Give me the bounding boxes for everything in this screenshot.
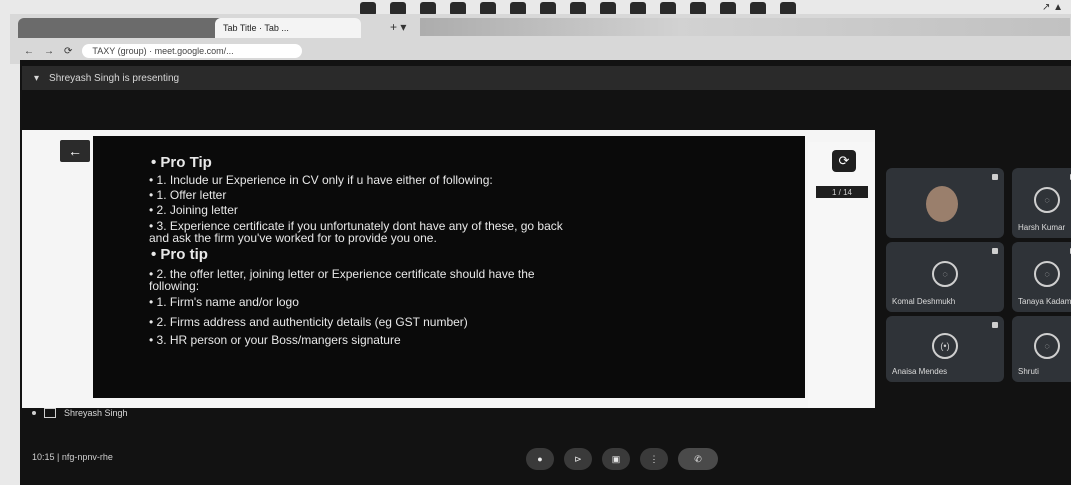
screen-share-icon xyxy=(44,408,56,418)
address-row: ← → ⟳ TAXY (group) · meet.google.com/... xyxy=(10,40,1071,62)
slide-line: • Pro tip xyxy=(151,246,208,263)
pin-icon[interactable] xyxy=(992,174,998,180)
browser-tab-active[interactable] xyxy=(18,18,224,38)
call-controls: ● ⊳ ▣ ⋮ ✆ xyxy=(526,448,718,470)
present-button[interactable]: ▣ xyxy=(602,448,630,470)
slide-line: • 1. Offer letter xyxy=(149,188,227,202)
meeting-info: 10:15 | nfg-npnv-rhe xyxy=(32,452,113,462)
presenter-name: Shreyash Singh xyxy=(64,408,128,418)
slide-line: • 1. Include ur Experience in CV only if… xyxy=(149,173,493,187)
pin-icon[interactable] xyxy=(992,248,998,254)
participant-tile[interactable]: ◌ Tanaya Kadam xyxy=(1012,242,1071,312)
participant-tile[interactable]: (•) Anaisa Mendes xyxy=(886,316,1004,382)
participant-avatar-icon: ◌ xyxy=(1034,187,1060,214)
participant-name: Shruti xyxy=(1018,367,1039,376)
mic-level-icon: (•) xyxy=(932,333,958,360)
back-arrow-icon[interactable]: ← xyxy=(60,140,90,162)
new-tab-icon[interactable]: + ▾ xyxy=(390,20,406,34)
participant-tile[interactable]: ◌ Harsh Kumar xyxy=(1012,168,1071,238)
participant-avatar-icon: ◌ xyxy=(1034,261,1060,288)
pin-icon[interactable] xyxy=(992,322,998,328)
presenter-label: Shreyash Singh xyxy=(32,408,128,418)
reload-icon[interactable]: ⟳ xyxy=(64,46,72,57)
participant-name: Komal Deshmukh xyxy=(892,297,956,306)
page-counter: 1 / 14 xyxy=(816,186,868,198)
system-tray: ↗ ▲ xyxy=(1041,2,1063,13)
end-call-button[interactable]: ✆ xyxy=(678,448,718,470)
forward-nav-icon[interactable]: → xyxy=(44,46,54,57)
slide-line: • Pro Tip xyxy=(151,154,212,171)
participant-tile[interactable]: ◌ Komal Deshmukh xyxy=(886,242,1004,312)
participant-avatar-icon: ◌ xyxy=(1034,333,1060,360)
mic-button[interactable]: ● xyxy=(526,448,554,470)
slide-line: • 2. Joining letter xyxy=(149,203,238,217)
participant-name: Anaisa Mendes xyxy=(892,367,948,376)
slide-side-pane xyxy=(808,142,874,408)
sync-icon[interactable]: ⟳ xyxy=(832,150,856,172)
presenting-dot-icon xyxy=(32,411,36,415)
participant-name: Tanaya Kadam xyxy=(1018,297,1071,306)
tab-strip-overflow xyxy=(420,18,1070,36)
slide-line: following: xyxy=(149,279,200,293)
url-bar[interactable]: TAXY (group) · meet.google.com/... xyxy=(82,44,303,58)
browser-chrome: Tab Title · Tab ... + ▾ ← → ⟳ TAXY (grou… xyxy=(10,14,1071,64)
slide-line: • 3. HR person or your Boss/mangers sign… xyxy=(149,333,401,347)
more-options-button[interactable]: ⋮ xyxy=(640,448,668,470)
slide-line: • 1. Firm's name and/or logo xyxy=(149,295,299,309)
participant-video-feed xyxy=(926,186,958,222)
collapse-chevron-icon[interactable]: ▾ xyxy=(34,73,39,84)
presentation-slide: • Pro Tip • 1. Include ur Experience in C… xyxy=(93,136,805,398)
browser-tab[interactable]: Tab Title · Tab ... xyxy=(215,18,361,38)
participant-tile-video[interactable] xyxy=(886,168,1004,238)
slide-line: • 2. Firms address and authenticity deta… xyxy=(149,315,468,329)
camera-button[interactable]: ⊳ xyxy=(564,448,592,470)
participant-name: Harsh Kumar xyxy=(1018,223,1066,232)
participant-tile[interactable]: ◌ Shruti xyxy=(1012,316,1071,382)
slide-line: and ask the firm you've worked for to pr… xyxy=(149,231,437,245)
back-nav-icon[interactable]: ← xyxy=(24,46,34,57)
slide-line: • 2. the offer letter, joining letter or… xyxy=(149,267,535,281)
participant-avatar-icon: ◌ xyxy=(932,261,958,288)
presenting-banner: ▾ Shreyash Singh is presenting xyxy=(22,66,1071,90)
presenting-text: Shreyash Singh is presenting xyxy=(49,72,180,84)
